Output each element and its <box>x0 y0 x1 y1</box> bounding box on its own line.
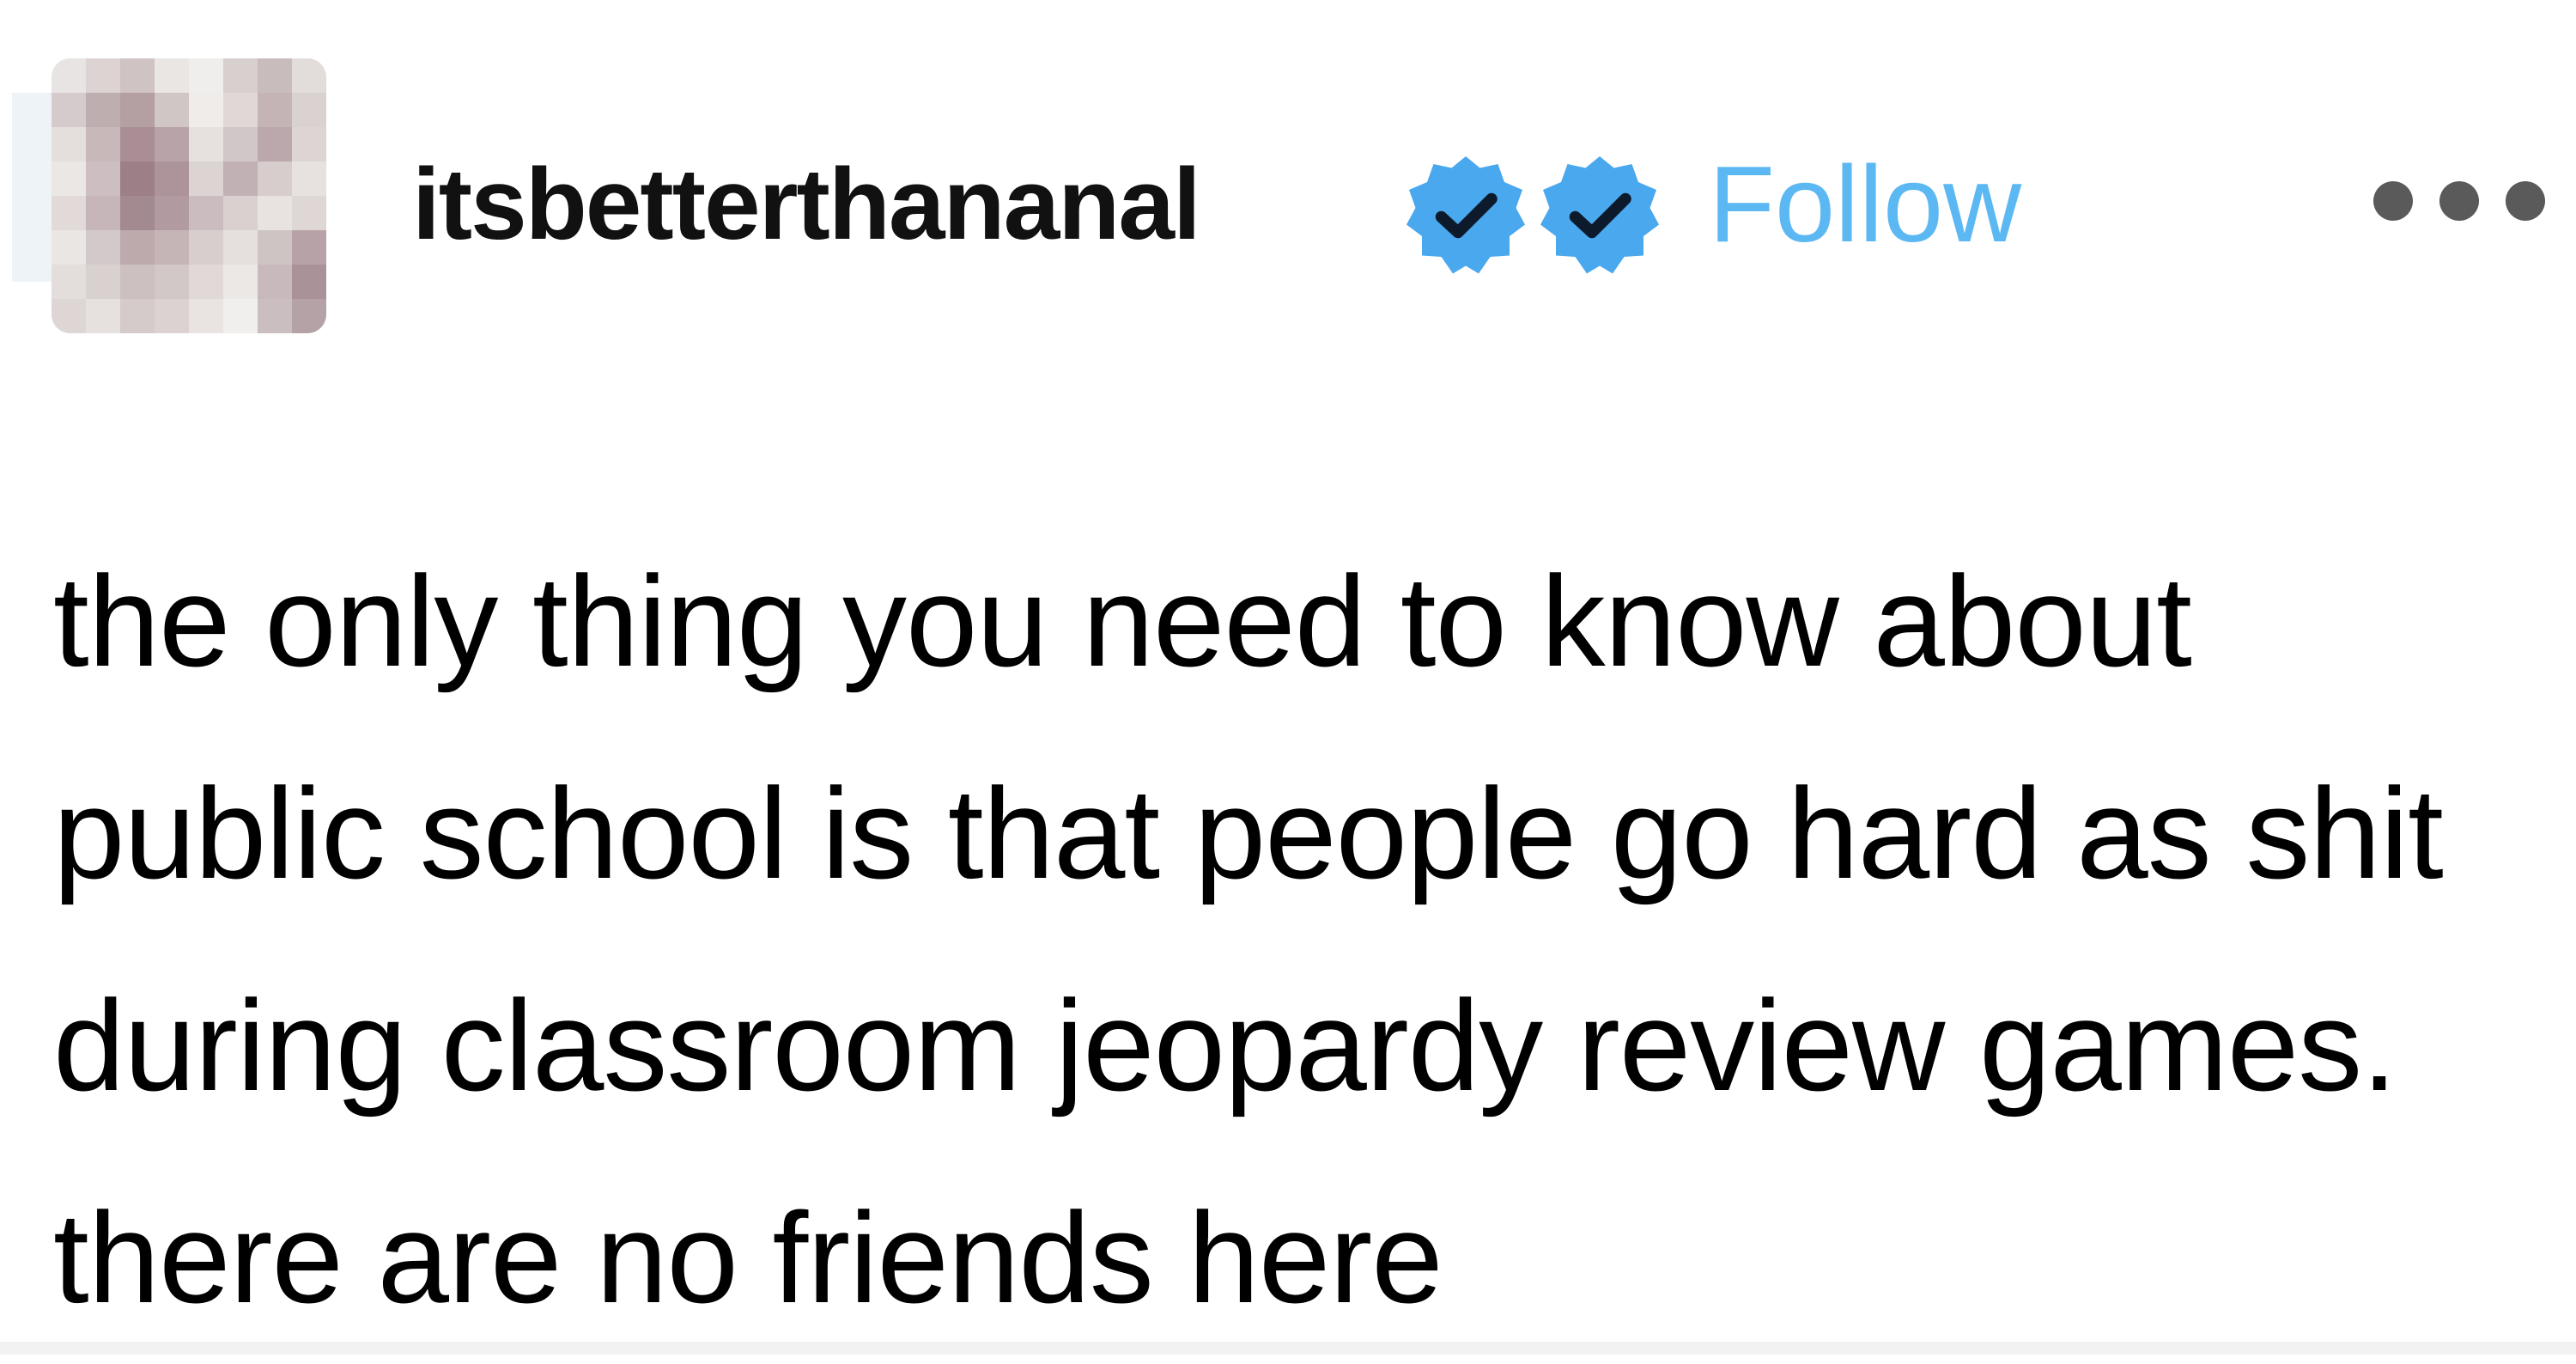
avatar-pixel <box>155 127 189 161</box>
username[interactable]: itsbetterthananal <box>412 144 1201 265</box>
avatar-pixel <box>223 93 258 127</box>
avatar-pixel <box>189 299 223 333</box>
avatar-pixel <box>86 299 120 333</box>
avatar-pixel <box>120 299 155 333</box>
verified-badge-icon <box>1406 156 1525 274</box>
avatar-pixel <box>292 230 326 265</box>
avatar-pixel <box>120 196 155 230</box>
avatar-pixel <box>258 58 292 93</box>
avatar-pixel <box>292 93 326 127</box>
avatar-pixel <box>292 265 326 299</box>
ellipsis-icon <box>2373 181 2413 221</box>
avatar-pixel <box>155 196 189 230</box>
avatar[interactable] <box>52 58 326 333</box>
avatar-pixel <box>52 265 86 299</box>
avatar-pixel <box>223 58 258 93</box>
avatar-pixel <box>120 58 155 93</box>
avatar-pixel <box>258 127 292 161</box>
avatar-pixel <box>52 161 86 196</box>
avatar-pixel <box>189 230 223 265</box>
avatar-pixel <box>258 299 292 333</box>
avatar-pixel <box>86 196 120 230</box>
avatar-pixel <box>120 93 155 127</box>
avatar-pixel <box>258 161 292 196</box>
avatar-pixel <box>258 230 292 265</box>
avatar-pixel <box>155 299 189 333</box>
avatar-pixel <box>189 58 223 93</box>
avatar-pixel <box>189 265 223 299</box>
post-body-text: the only thing you need to know about pu… <box>53 549 2444 1330</box>
avatar-pixel <box>189 93 223 127</box>
avatar-pixel <box>223 196 258 230</box>
avatar-pixel <box>223 230 258 265</box>
avatar-pixel <box>120 230 155 265</box>
avatar-pixel <box>120 161 155 196</box>
avatar-pixel <box>292 58 326 93</box>
avatar-pixel <box>52 127 86 161</box>
avatar-pixel <box>189 196 223 230</box>
avatar-pixel <box>155 265 189 299</box>
avatar-pixel <box>120 265 155 299</box>
verified-badge-icon <box>1540 156 1659 274</box>
avatar-pixel <box>292 127 326 161</box>
avatar-pixel <box>155 93 189 127</box>
avatar-pixel <box>86 230 120 265</box>
avatar-pixel <box>155 161 189 196</box>
avatar-pixel <box>292 299 326 333</box>
avatar-pixel <box>155 58 189 93</box>
more-options-button[interactable] <box>2373 175 2545 227</box>
avatar-pixel <box>86 161 120 196</box>
avatar-pixel <box>223 161 258 196</box>
avatar-pixel <box>52 93 86 127</box>
avatar-pixel <box>155 230 189 265</box>
avatar-pixel <box>86 127 120 161</box>
avatar-pixel <box>223 127 258 161</box>
ellipsis-icon <box>2439 181 2479 221</box>
avatar-pixel <box>52 299 86 333</box>
avatar-pixel <box>189 161 223 196</box>
divider <box>0 1342 2576 1355</box>
avatar-pixel <box>120 127 155 161</box>
avatar-pixel <box>258 265 292 299</box>
avatar-pixel <box>223 299 258 333</box>
avatar-pixel <box>258 93 292 127</box>
ellipsis-icon <box>2506 181 2545 221</box>
avatar-pixel <box>292 196 326 230</box>
follow-button[interactable]: Follow <box>1709 144 2021 265</box>
avatar-pixel <box>52 58 86 93</box>
avatar-pixel <box>52 230 86 265</box>
avatar-pixel <box>223 265 258 299</box>
avatar-pixel <box>86 58 120 93</box>
avatar-pixel <box>86 93 120 127</box>
avatar-pixel <box>52 196 86 230</box>
post-card: itsbetterthananal Follow the only thing … <box>0 0 2576 1355</box>
avatar-pixel <box>189 127 223 161</box>
avatar-pixel <box>258 196 292 230</box>
avatar-pixel <box>292 161 326 196</box>
avatar-pixel <box>86 265 120 299</box>
